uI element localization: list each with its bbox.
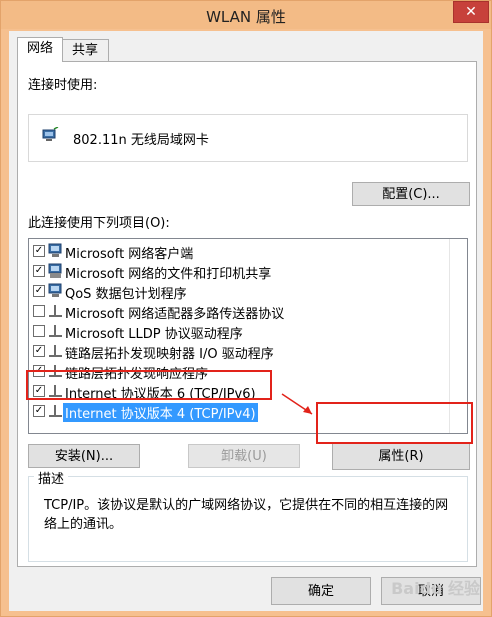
annotation-arrow-icon <box>281 393 313 415</box>
watermark-logo: Baidu 经验 <box>391 579 480 598</box>
tab-network[interactable]: 网络 <box>17 37 63 62</box>
